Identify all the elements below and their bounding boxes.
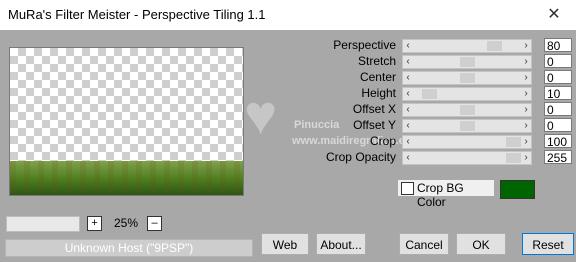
slider-thumb[interactable] [460, 73, 475, 83]
chevron-right-icon[interactable]: › [521, 135, 531, 148]
window-title: MuRa's Filter Meister - Perspective Tili… [8, 7, 266, 22]
chevron-right-icon[interactable]: › [521, 39, 531, 52]
chevron-right-icon[interactable]: › [521, 151, 531, 164]
slider-thumb[interactable] [422, 89, 437, 99]
slider-thumb[interactable] [460, 57, 475, 67]
host-status: Unknown Host ("9PSP") [5, 239, 253, 257]
param-label: Offset Y [353, 118, 396, 132]
chevron-right-icon[interactable]: › [521, 71, 531, 84]
param-slider[interactable]: ‹ › [402, 135, 532, 149]
slider-thumb[interactable] [487, 41, 502, 51]
chevron-left-icon[interactable]: ‹ [403, 151, 413, 164]
param-label: Center [359, 70, 396, 84]
crop-bg-checkbox[interactable] [401, 182, 414, 195]
chevron-left-icon[interactable]: ‹ [403, 135, 413, 148]
param-label: Crop Opacity [325, 150, 396, 164]
param-value-field[interactable]: 100 [544, 134, 572, 149]
param-value-field[interactable]: 255 [544, 150, 572, 165]
param-value-field[interactable]: 0 [544, 102, 572, 117]
crop-bg-color-swatch[interactable] [500, 180, 535, 199]
param-value-field[interactable]: 0 [544, 54, 572, 69]
param-label: Stretch [357, 54, 396, 68]
param-label: Crop [369, 134, 396, 148]
chevron-left-icon[interactable]: ‹ [403, 103, 413, 116]
chevron-left-icon[interactable]: ‹ [403, 71, 413, 84]
param-slider[interactable]: ‹ › [402, 103, 532, 117]
param-slider[interactable]: ‹ › [402, 39, 532, 53]
crop-bg-label: Crop BG Color [417, 181, 464, 209]
param-value-field[interactable]: 10 [544, 86, 572, 101]
param-label: Perspective [333, 38, 396, 52]
chevron-right-icon[interactable]: › [521, 103, 531, 116]
reset-button[interactable]: Reset [522, 233, 574, 255]
chevron-left-icon[interactable]: ‹ [403, 55, 413, 68]
slider-thumb[interactable] [506, 137, 521, 147]
param-slider[interactable]: ‹ › [402, 87, 532, 101]
close-icon[interactable]: ✕ [532, 0, 576, 30]
param-label: Height [361, 86, 396, 100]
chevron-right-icon[interactable]: › [521, 55, 531, 68]
about-button[interactable]: About... [316, 233, 366, 255]
preview-canvas[interactable] [9, 47, 244, 196]
slider-thumb[interactable] [460, 105, 475, 115]
zoom-level: 25% [114, 216, 139, 230]
param-slider[interactable]: ‹ › [402, 151, 532, 165]
param-label: Offset X [352, 102, 396, 116]
zoom-in-button[interactable]: + [87, 216, 102, 231]
param-slider[interactable]: ‹ › [402, 71, 532, 85]
crop-bg-option[interactable]: Crop BG Color [398, 180, 494, 209]
watermark-heart-icon: ♥ [244, 83, 278, 146]
param-slider[interactable]: ‹ › [402, 119, 532, 133]
slider-thumb[interactable] [506, 153, 521, 163]
title-bar: MuRa's Filter Meister - Perspective Tili… [0, 0, 576, 30]
ok-button[interactable]: OK [456, 233, 506, 255]
param-value-field[interactable]: 0 [544, 70, 572, 85]
web-button[interactable]: Web [261, 233, 309, 255]
cancel-button[interactable]: Cancel [399, 233, 449, 255]
chevron-left-icon[interactable]: ‹ [403, 119, 413, 132]
zoom-out-button[interactable]: – [147, 216, 162, 231]
param-slider[interactable]: ‹ › [402, 55, 532, 69]
chevron-right-icon[interactable]: › [521, 119, 531, 132]
param-value-field[interactable]: 80 [544, 38, 572, 53]
chevron-right-icon[interactable]: › [521, 87, 531, 100]
slider-thumb[interactable] [460, 121, 475, 131]
filter-meister-window: MuRa's Filter Meister - Perspective Tili… [0, 0, 576, 262]
chevron-left-icon[interactable]: ‹ [403, 39, 413, 52]
preview-grass-texture [10, 161, 243, 195]
param-value-field[interactable]: 0 [544, 118, 572, 133]
zoom-progress-box [6, 216, 80, 232]
chevron-left-icon[interactable]: ‹ [403, 87, 413, 100]
